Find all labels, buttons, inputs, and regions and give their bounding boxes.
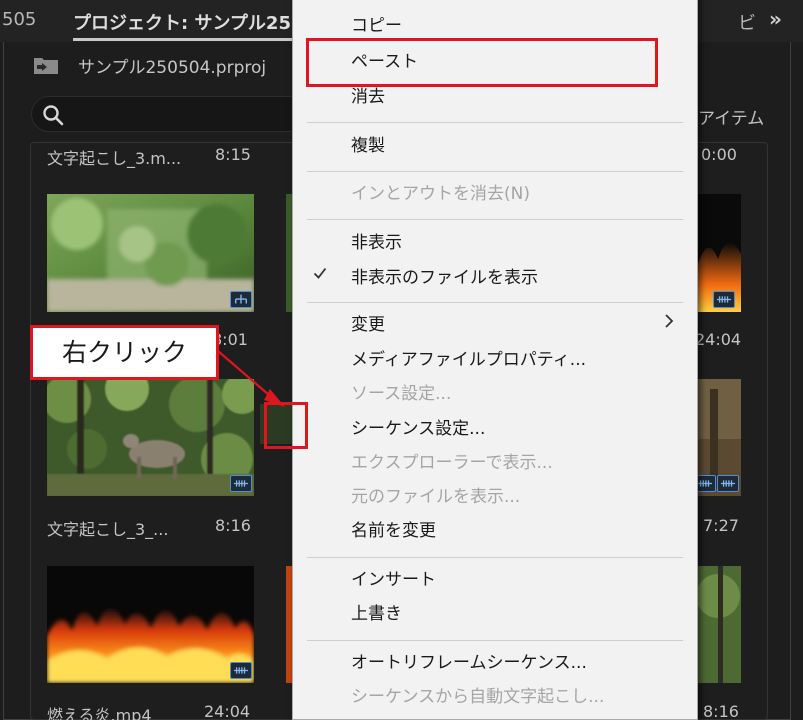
menu-item-reveal-original: 元のファイルを表示...	[351, 487, 521, 507]
clip-thumbnail[interactable]	[698, 566, 741, 683]
menu-item-copy[interactable]: コピー	[351, 14, 402, 38]
menu-item-show-hidden[interactable]: 非表示のファイルを表示	[351, 266, 538, 290]
menu-separator	[307, 122, 683, 123]
tab-project[interactable]: プロジェクト: サンプル25	[73, 9, 291, 35]
clip-duration: 24:04	[695, 330, 742, 349]
overflow-chevrons-icon[interactable]: »	[769, 7, 799, 33]
active-tab-underline	[73, 38, 295, 41]
nested-sequence-icon	[230, 291, 252, 308]
clip-name[interactable]: 燃える炎.mp4	[47, 702, 152, 720]
audio-video-icon	[230, 475, 252, 492]
menu-separator	[307, 640, 683, 641]
clip-duration: 24:04	[204, 702, 251, 720]
menu-separator	[307, 219, 683, 220]
tab-previous[interactable]: 505	[2, 9, 36, 30]
menu-separator	[307, 302, 683, 303]
search-icon[interactable]	[41, 103, 65, 127]
chevron-right-icon	[665, 314, 674, 328]
menu-item-reveal-explorer: エクスプローラーで表示...	[351, 453, 553, 473]
context-menu: コピー ペースト 消去 複製 インとアウトを消去(N) 非表示 非表示のファイル…	[292, 0, 698, 720]
menu-item-auto-reframe[interactable]: オートリフレームシーケンス...	[351, 651, 587, 675]
menu-item-source-settings: ソース設定...	[351, 384, 452, 404]
clip-thumbnail[interactable]	[47, 194, 254, 312]
clip-name[interactable]: 文字起こし_3.m...	[47, 145, 181, 169]
clip-thumbnail[interactable]	[698, 379, 741, 496]
clip-duration: 8:16	[215, 516, 251, 535]
check-icon	[313, 267, 327, 279]
clip-duration: 8:16	[703, 702, 739, 720]
paste-highlight-frame	[306, 38, 658, 87]
menu-item-sequence-settings[interactable]: シーケンス設定...	[351, 417, 485, 441]
audio-video-icon	[713, 291, 735, 308]
clip-duration: 0:00	[701, 145, 737, 164]
items-label: アイテム	[698, 109, 765, 129]
clip-name[interactable]: 文字起こし_3_...	[47, 516, 168, 540]
callout-label: 右クリック	[61, 338, 187, 367]
tab-next[interactable]: ビ	[738, 9, 756, 35]
menu-item-hide[interactable]: 非表示	[351, 231, 402, 255]
audio-video-icon	[698, 475, 716, 492]
clip-thumbnail[interactable]	[698, 194, 741, 312]
project-file-icon	[34, 58, 58, 74]
audio-video-icon	[230, 662, 252, 679]
clip-duration: 7:27	[703, 516, 739, 535]
project-file-name: サンプル250504.prproj	[78, 58, 267, 78]
menu-item-rename[interactable]: 名前を変更	[351, 519, 436, 543]
menu-item-modify[interactable]: 変更	[351, 313, 385, 337]
menu-item-overwrite[interactable]: 上書き	[351, 602, 402, 626]
search-input[interactable]	[31, 96, 301, 132]
menu-item-clear[interactable]: 消去	[351, 85, 385, 109]
clip-thumbnail[interactable]	[47, 566, 254, 683]
menu-item-media-properties[interactable]: メディアファイルプロパティ...	[351, 348, 586, 372]
menu-separator	[307, 171, 683, 172]
menu-item-clear-in-out: インとアウトを消去(N)	[351, 184, 530, 204]
audio-video-icon	[717, 475, 739, 492]
menu-item-insert[interactable]: インサート	[351, 568, 436, 592]
right-click-target-frame	[264, 402, 308, 449]
menu-item-duplicate[interactable]: 複製	[351, 134, 385, 158]
callout-box: 右クリック	[30, 325, 219, 380]
menu-separator	[307, 557, 683, 558]
clip-duration: 8:15	[215, 145, 251, 164]
menu-item-auto-transcribe: シーケンスから自動文字起こし...	[351, 687, 605, 707]
